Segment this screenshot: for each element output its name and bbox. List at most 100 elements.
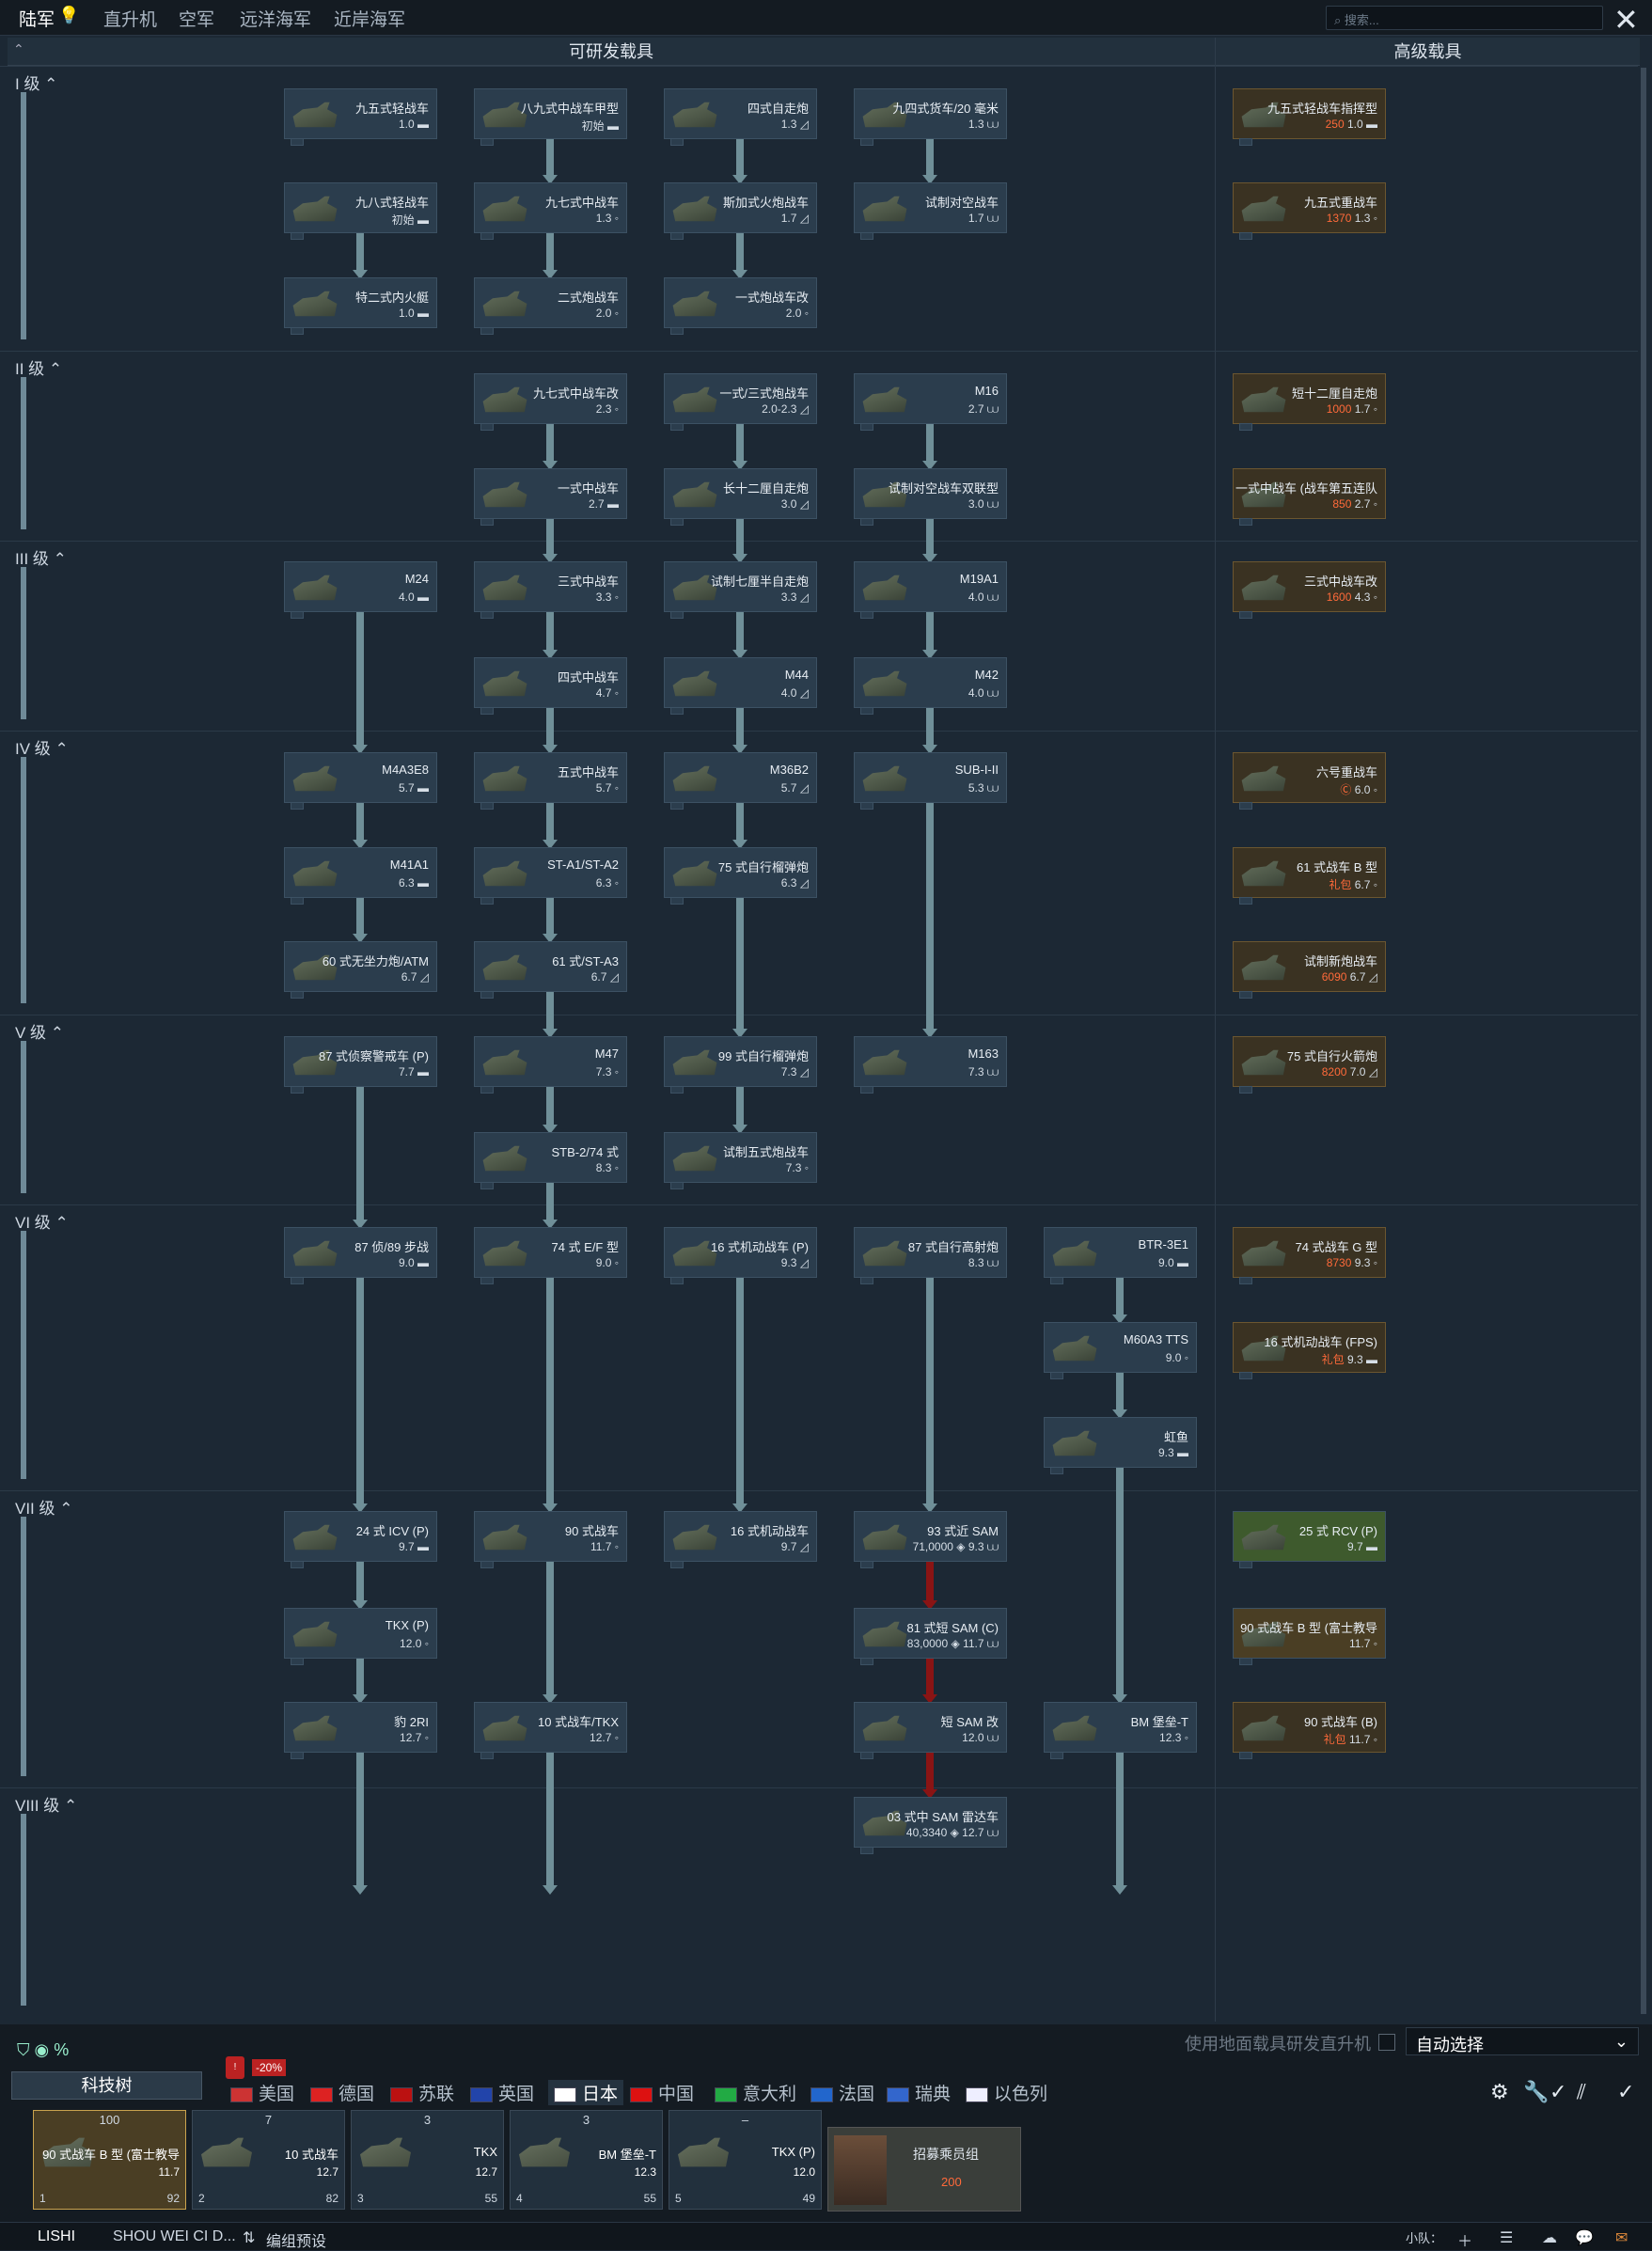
nation-tab[interactable]: 德国 <box>310 2080 374 2105</box>
add-icon[interactable]: ＋ <box>1457 2228 1472 2251</box>
vehicle-card[interactable]: 四式自走炮 1.3 ◿ <box>664 88 817 146</box>
vehicle-card[interactable]: M36B2 5.7 ◿ <box>664 752 817 810</box>
rank-label[interactable]: IV 级 ⌃ <box>15 735 69 759</box>
vehicle-card[interactable]: 60 式无坐力炮/ATM 6.7 ◿ <box>284 941 437 999</box>
vehicle-card[interactable]: M24 4.0 ▬ <box>284 561 437 619</box>
premium-vehicle-card[interactable]: 25 式 RCV (P) 9.7 ▬ <box>1233 1511 1386 1568</box>
vehicle-card[interactable]: 75 式自行榴弹炮 6.3 ◿ <box>664 847 817 905</box>
vehicle-card[interactable]: TKX (P) 12.0 ◦ <box>284 1608 437 1665</box>
vehicle-card[interactable]: 虹鱼 9.3 ▬ <box>1044 1417 1197 1474</box>
vehicle-card[interactable]: 九八式轻战车 初始 ▬ <box>284 182 437 240</box>
nation-tab[interactable]: 苏联 <box>390 2080 454 2105</box>
check-icon[interactable]: ✓ <box>1550 2080 1566 2104</box>
premium-vehicle-card[interactable]: 九五式轻战车指挥型 250 1.0 ▬ <box>1233 88 1386 146</box>
vehicle-card[interactable]: BTR-3E1 9.0 ▬ <box>1044 1227 1197 1284</box>
tab-aviation[interactable]: 空军 <box>179 6 214 31</box>
close-icon[interactable]: ✕ <box>1613 2 1639 38</box>
auto-select-dropdown[interactable]: 自动选择 ⌄ <box>1406 2027 1639 2055</box>
vehicle-card[interactable]: 93 式近 SAM 71,0000 ◈ 9.3 ⩊ <box>854 1511 1007 1568</box>
mail-icon[interactable]: ✉ <box>1615 2228 1628 2247</box>
check2-icon[interactable]: ✓ <box>1617 2080 1634 2104</box>
premium-vehicle-card[interactable]: 六号重战车 Ⓒ 6.0 ◦ <box>1233 752 1386 810</box>
vehicle-card[interactable]: 99 式自行榴弹炮 7.3 ◿ <box>664 1036 817 1094</box>
rank-label[interactable]: I 级 ⌃ <box>15 71 57 94</box>
vehicle-card[interactable]: 一式/三式炮战车 2.0-2.3 ◿ <box>664 373 817 431</box>
vehicle-card[interactable]: 短 SAM 改 12.0 ⩊ <box>854 1702 1007 1759</box>
nation-tab[interactable]: 美国 <box>230 2080 294 2105</box>
premium-vehicle-card[interactable]: 61 式战车 B 型礼包 6.7 ◦ <box>1233 847 1386 905</box>
crew-slot[interactable]: – TKX (P) 12.0 5 49 <box>669 2110 822 2210</box>
username[interactable]: LISHI <box>38 2228 75 2245</box>
vehicle-card[interactable]: ST-A1/ST-A2 6.3 ◦ <box>474 847 627 905</box>
tab-coastal[interactable]: 近岸海军 <box>334 6 405 31</box>
vehicle-card[interactable]: 81 式短 SAM (C) 83,0000 ◈ 11.7 ⩊ <box>854 1608 1007 1665</box>
vehicle-card[interactable]: M16 2.7 ⩊ <box>854 373 1007 431</box>
vehicle-card[interactable]: 豹 2RI 12.7 ◦ <box>284 1702 437 1759</box>
vehicle-card[interactable]: 四式中战车 4.7 ◦ <box>474 657 627 715</box>
premium-vehicle-card[interactable]: 三式中战车改 1600 4.3 ◦ <box>1233 561 1386 619</box>
vehicle-card[interactable]: STB-2/74 式 8.3 ◦ <box>474 1132 627 1189</box>
gear-icon[interactable]: ⚙ <box>1490 2080 1509 2104</box>
preset-icon[interactable]: ⇅ <box>243 2228 255 2247</box>
premium-vehicle-card[interactable]: 75 式自行火箭炮 8200 7.0 ◿ <box>1233 1036 1386 1094</box>
premium-vehicle-card[interactable]: 74 式战车 G 型 8730 9.3 ◦ <box>1233 1227 1386 1284</box>
rank-label[interactable]: VII 级 ⌃ <box>15 1495 72 1519</box>
preset-button[interactable]: 编组预设 <box>266 2228 326 2251</box>
premium-vehicle-card[interactable]: 九五式重战车 1370 1.3 ◦ <box>1233 182 1386 240</box>
wrench-icon[interactable]: 🔧 <box>1523 2080 1549 2104</box>
vehicle-card[interactable]: M44 4.0 ◿ <box>664 657 817 715</box>
nation-tab[interactable]: 以色列 <box>966 2080 1047 2105</box>
vehicle-card[interactable]: 试制对空战车双联型 3.0 ⩊ <box>854 468 1007 526</box>
rank-label[interactable]: V 级 ⌃ <box>15 1019 64 1043</box>
tab-army[interactable]: 陆军 <box>19 6 55 39</box>
vehicle-card[interactable]: 特二式内火艇 1.0 ▬ <box>284 277 437 335</box>
crew-slot[interactable]: 3 TKX 12.7 3 55 <box>351 2110 504 2210</box>
vehicle-card[interactable]: 74 式 E/F 型 9.0 ◦ <box>474 1227 627 1284</box>
repair-check-icon[interactable]: ⫽ <box>1577 2080 1586 2104</box>
tech-tree-button[interactable]: 科技树 <box>11 2071 202 2100</box>
nation-tab[interactable]: 英国 <box>470 2080 534 2105</box>
vehicle-card[interactable]: 五式中战车 5.7 ◦ <box>474 752 627 810</box>
vehicle-card[interactable]: M163 7.3 ⩊ <box>854 1036 1007 1094</box>
premium-vehicle-card[interactable]: 试制新炮战车 6090 6.7 ◿ <box>1233 941 1386 999</box>
rank-label[interactable]: II 级 ⌃ <box>15 355 62 379</box>
premium-vehicle-card[interactable]: 短十二厘自走炮 1000 1.7 ◦ <box>1233 373 1386 431</box>
rank-label[interactable]: III 级 ⌃ <box>15 545 67 569</box>
vehicle-card[interactable]: 八九式中战车甲型 初始 ▬ <box>474 88 627 146</box>
tab-helicopters[interactable]: 直升机 <box>103 6 157 31</box>
chat-icon[interactable]: 💬 <box>1575 2228 1594 2247</box>
nation-tab[interactable]: 中国 <box>630 2080 694 2105</box>
vehicle-card[interactable]: 61 式/ST-A3 6.7 ◿ <box>474 941 627 999</box>
vehicle-card[interactable]: 试制七厘半自走炮 3.3 ◿ <box>664 561 817 619</box>
vehicle-card[interactable]: 长十二厘自走炮 3.0 ◿ <box>664 468 817 526</box>
vehicle-card[interactable]: M41A1 6.3 ▬ <box>284 847 437 905</box>
helicopter-research-checkbox[interactable] <box>1378 2034 1395 2051</box>
vehicle-card[interactable]: 24 式 ICV (P) 9.7 ▬ <box>284 1511 437 1568</box>
vehicle-card[interactable]: 九四式货车/20 毫米 1.3 ⩊ <box>854 88 1007 146</box>
vehicle-card[interactable]: 87 侦/89 步战 9.0 ▬ <box>284 1227 437 1284</box>
vehicle-card[interactable]: M19A1 4.0 ⩊ <box>854 561 1007 619</box>
rank-label[interactable]: VIII 级 ⌃ <box>15 1792 77 1816</box>
vehicle-card[interactable]: SUB-I-II 5.3 ⩊ <box>854 752 1007 810</box>
vehicle-card[interactable]: 16 式机动战车 (P) 9.3 ◿ <box>664 1227 817 1284</box>
cloud-icon[interactable]: ☁ <box>1542 2228 1557 2247</box>
vehicle-card[interactable]: BM 堡垒-T 12.3 ◦ <box>1044 1702 1197 1759</box>
vehicle-card[interactable]: 斯加式火炮战车 1.7 ◿ <box>664 182 817 240</box>
nation-tab[interactable]: 意大利 <box>715 2080 796 2105</box>
vehicle-card[interactable]: 二式炮战车 2.0 ◦ <box>474 277 627 335</box>
vehicle-card[interactable]: M42 4.0 ⩊ <box>854 657 1007 715</box>
vehicle-card[interactable]: 九七式中战车 1.3 ◦ <box>474 182 627 240</box>
vehicle-card[interactable]: 16 式机动战车 9.7 ◿ <box>664 1511 817 1568</box>
collapse-icon[interactable]: ⌃ <box>13 41 24 57</box>
vehicle-card[interactable]: 一式炮战车改 2.0 ◦ <box>664 277 817 335</box>
vehicle-card[interactable]: 03 式中 SAM 雷达车 40,3340 ◈ 12.7 ⩊ <box>854 1797 1007 1854</box>
tab-bluewater[interactable]: 远洋海军 <box>240 6 311 31</box>
vehicle-card[interactable]: 三式中战车 3.3 ◦ <box>474 561 627 619</box>
nation-tab[interactable]: 法国 <box>810 2080 874 2105</box>
vehicle-card[interactable]: 试制五式炮战车 7.3 ◦ <box>664 1132 817 1189</box>
vehicle-card[interactable]: 87 式侦察警戒车 (P) 7.7 ▬ <box>284 1036 437 1094</box>
scrollbar[interactable] <box>1641 68 1646 2014</box>
vehicle-card[interactable]: 一式中战车 2.7 ▬ <box>474 468 627 526</box>
crew-slot[interactable]: 3 BM 堡垒-T 12.3 4 55 <box>510 2110 663 2210</box>
premium-vehicle-card[interactable]: 16 式机动战车 (FPS) 礼包 9.3 ▬ <box>1233 1322 1386 1379</box>
